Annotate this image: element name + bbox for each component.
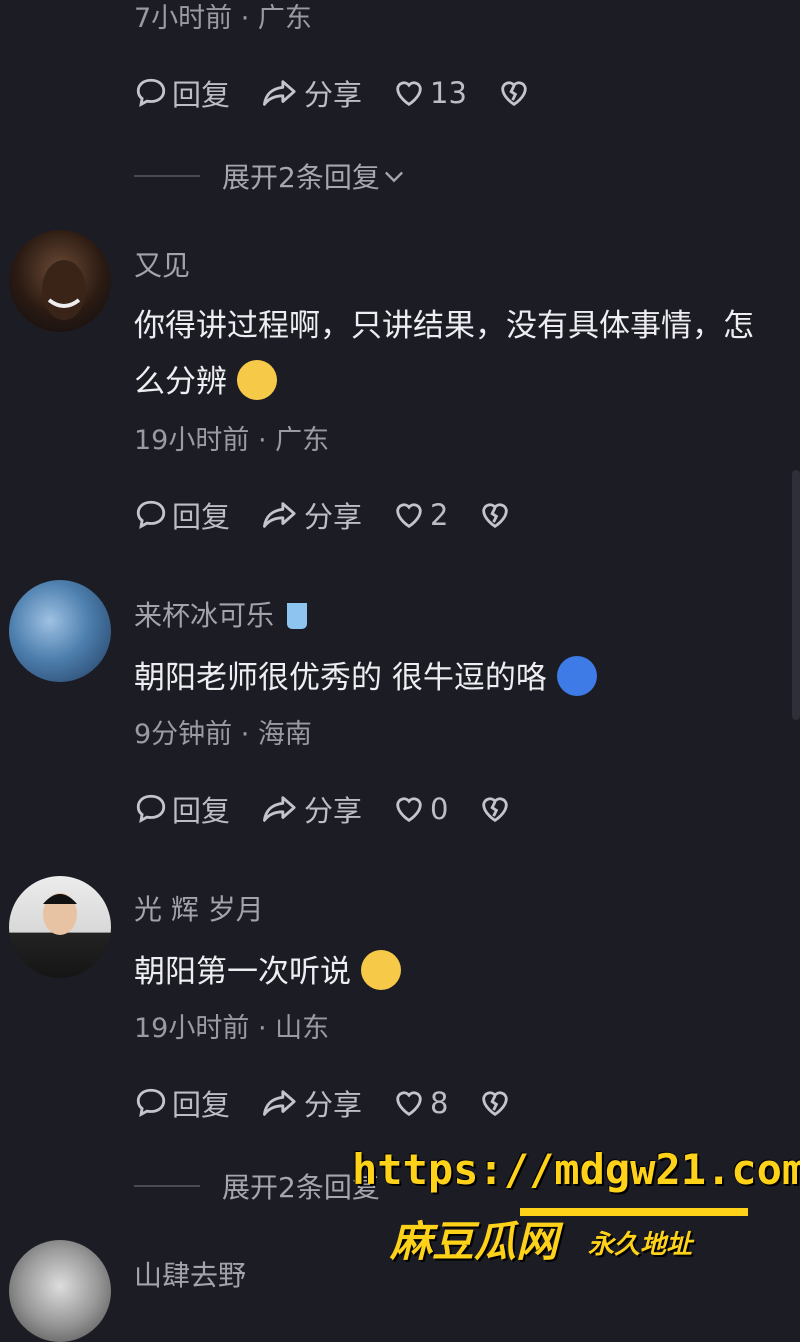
share-label: 分享	[304, 1088, 363, 1122]
comment-text: 你得讲过程啊，只讲结果，没有具体事情，怎么分辨	[134, 298, 754, 410]
comment-actions: 回复 分享 0	[134, 788, 546, 830]
reply-label: 回复	[172, 500, 231, 534]
like-count: 2	[430, 498, 449, 532]
dislike-button[interactable]	[478, 792, 516, 826]
reply-button[interactable]: 回复	[134, 72, 230, 114]
share-button[interactable]: 分享	[260, 788, 362, 830]
like-button[interactable]: 0	[392, 792, 448, 826]
reply-label: 回复	[172, 78, 231, 112]
like-button[interactable]: 8	[392, 1086, 448, 1120]
chevron-down-icon	[384, 171, 403, 183]
broken-heart-icon	[482, 797, 509, 823]
watermark-brand: 麻豆瓜网	[390, 1217, 559, 1266]
share-button[interactable]: 分享	[260, 72, 362, 114]
comment-actions: 回复 分享 2	[134, 494, 546, 536]
heart-icon	[396, 797, 422, 823]
reply-button[interactable]: 回复	[134, 1082, 230, 1124]
heart-icon	[396, 1091, 422, 1117]
comment-author[interactable]: 山肆去野	[134, 1254, 246, 1294]
comment-text: 朝阳第一次听说	[134, 944, 754, 1000]
scrollbar[interactable]	[792, 470, 800, 720]
comment-author[interactable]: 又见	[134, 244, 190, 284]
comment-meta: 7小时前 · 广东	[134, 3, 312, 34]
share-label: 分享	[304, 500, 363, 534]
watermark-subtitle: 永久地址	[588, 1230, 693, 1260]
comment-text: 朝阳老师很优秀的 很牛逗的咯	[134, 650, 754, 706]
divider	[134, 175, 200, 177]
share-button[interactable]: 分享	[260, 1082, 362, 1124]
comment-author[interactable]: 光 辉 岁月	[134, 888, 264, 928]
heart-icon	[396, 81, 422, 107]
dislike-button[interactable]	[478, 498, 516, 532]
comment-bubble-icon	[136, 78, 166, 107]
share-arrow-icon	[263, 80, 296, 106]
share-arrow-icon	[263, 796, 296, 822]
comment-body: 朝阳老师很优秀的 很牛逗的咯	[134, 660, 547, 696]
comment-bubble-icon	[136, 794, 166, 823]
comment-body: 你得讲过程啊，只讲结果，没有具体事情，怎么分辨	[134, 308, 754, 400]
share-label: 分享	[304, 78, 363, 112]
like-button[interactable]: 2	[392, 498, 448, 532]
avatar[interactable]	[9, 230, 111, 332]
laughing-crying-face-icon	[361, 950, 401, 990]
dislike-button[interactable]	[497, 76, 535, 110]
share-button[interactable]: 分享	[260, 494, 362, 536]
avatar[interactable]	[9, 1240, 111, 1342]
reply-button[interactable]: 回复	[134, 788, 230, 830]
like-count: 8	[430, 1086, 449, 1120]
avatar[interactable]	[9, 580, 111, 682]
like-button[interactable]: 13	[392, 76, 467, 110]
like-count: 0	[430, 792, 449, 826]
comment-actions: 回复 分享 8	[134, 1082, 546, 1124]
dislike-button[interactable]	[478, 1086, 516, 1120]
reply-button[interactable]: 回复	[134, 494, 230, 536]
avatar-image	[42, 260, 86, 320]
comment-author[interactable]: 来杯冰可乐	[134, 594, 307, 634]
reply-label: 回复	[172, 794, 231, 828]
broken-heart-icon	[482, 1091, 509, 1117]
comment-meta: 19小时前 · 山东	[134, 1013, 330, 1044]
share-label: 分享	[304, 794, 363, 828]
comment-meta: 9分钟前 · 海南	[134, 719, 312, 750]
comment-meta: 19小时前 · 广东	[134, 425, 330, 456]
watermark-url: https://mdgw21.com	[352, 1145, 800, 1194]
expand-replies-button[interactable]: 展开2条回复	[134, 156, 408, 196]
cold-face-icon	[556, 656, 597, 696]
comment-bubble-icon	[136, 1088, 166, 1117]
heart-icon	[396, 503, 422, 529]
author-name: 来杯冰可乐	[134, 599, 275, 632]
shushing-face-icon	[237, 360, 277, 400]
share-arrow-icon	[263, 1090, 296, 1116]
broken-heart-icon	[501, 81, 527, 107]
divider	[134, 1185, 200, 1187]
broken-heart-icon	[482, 503, 509, 529]
reply-label: 回复	[172, 1088, 231, 1122]
expand-replies-button[interactable]: 展开2条回复	[134, 1166, 380, 1206]
comment-body: 朝阳第一次听说	[134, 954, 351, 990]
share-arrow-icon	[263, 502, 296, 528]
avatar-image	[43, 893, 77, 935]
avatar[interactable]	[9, 876, 111, 978]
like-count: 13	[430, 76, 467, 110]
comment-actions: 回复 分享 13	[134, 72, 565, 114]
cup-icon	[286, 603, 307, 629]
comment-bubble-icon	[136, 500, 166, 529]
expand-label: 展开2条回复	[222, 161, 380, 194]
